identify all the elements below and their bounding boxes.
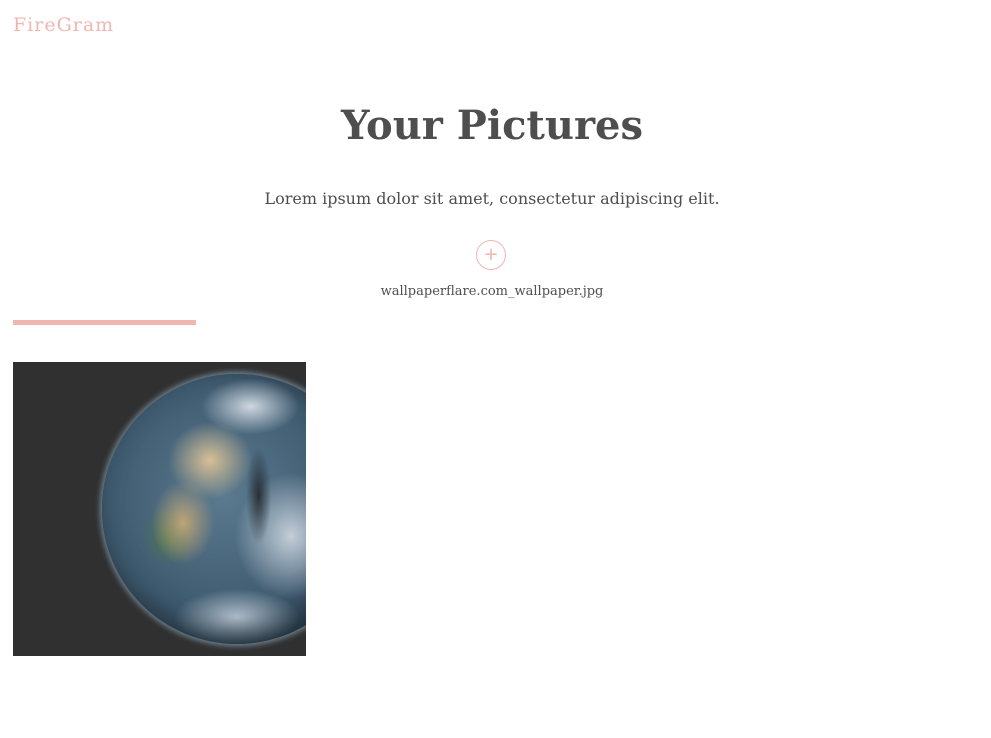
- selected-file-name: wallpaperflare.com_wallpaper.jpg: [380, 284, 604, 299]
- gallery-image-tile[interactable]: [13, 362, 306, 656]
- page-title: Your Pictures: [340, 102, 644, 149]
- upload-progress-bar: [13, 320, 978, 325]
- image-gallery: [13, 362, 978, 656]
- page-subtitle: Lorem ipsum dolor sit amet, consectetur …: [264, 189, 720, 208]
- upload-button[interactable]: +: [476, 240, 506, 270]
- earth-image: [102, 374, 306, 644]
- app-logo: FireGram: [13, 14, 115, 36]
- upload-progress-fill: [13, 320, 197, 325]
- plus-icon: +: [483, 243, 499, 265]
